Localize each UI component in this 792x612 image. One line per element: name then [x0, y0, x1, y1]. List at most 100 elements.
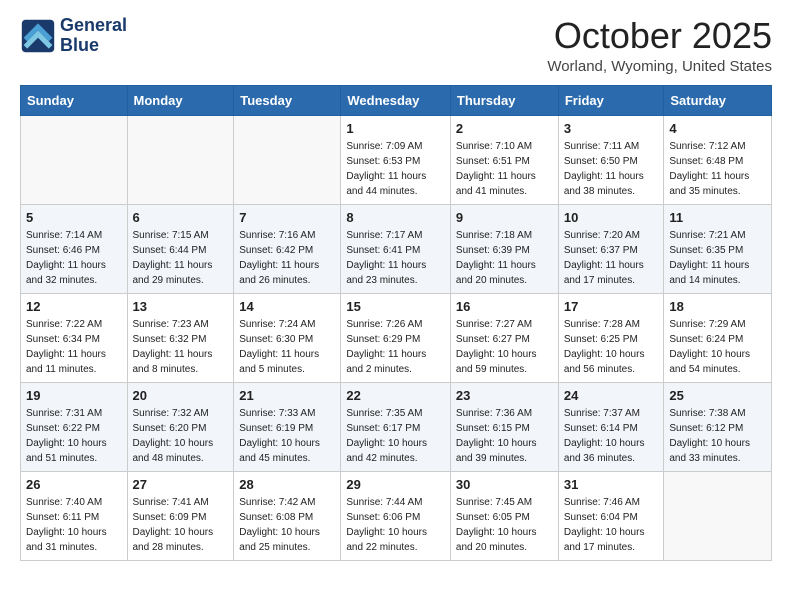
calendar-cell: 23 Sunrise: 7:36 AMSunset: 6:15 PMDayligh…: [450, 382, 558, 471]
calendar-cell: 17Sunrise: 7:28 AMSunset: 6:25 PMDayligh…: [558, 293, 664, 382]
day-info: Sunrise: 7:27 AMSunset: 6:27 PMDaylight:…: [456, 317, 553, 377]
month-title: October 2025: [547, 16, 772, 56]
calendar-day-header: Friday: [558, 85, 664, 115]
day-info: Sunrise: 7:41 AMSunset: 6:09 PMDaylight:…: [133, 495, 229, 555]
day-number: 23: [456, 388, 553, 403]
calendar-cell: 21 Sunrise: 7:33 AMSunset: 6:19 PMDayligh…: [234, 382, 341, 471]
calendar-day-header: Sunday: [21, 85, 128, 115]
day-number: 30: [456, 477, 553, 492]
day-info: Sunrise: 7:26 AMSunset: 6:29 PMDaylight:…: [346, 317, 445, 377]
day-info: Sunrise: 7:44 AMSunset: 6:06 PMDaylight:…: [346, 495, 445, 555]
calendar-cell: 6Sunrise: 7:15 AMSunset: 6:44 PMDaylight…: [127, 204, 234, 293]
calendar-day-header: Thursday: [450, 85, 558, 115]
calendar-week-row: 12 Sunrise: 7:22 AMSunset: 6:34 PMDayligh…: [21, 293, 772, 382]
calendar-cell: 2Sunrise: 7:10 AMSunset: 6:51 PMDaylight…: [450, 115, 558, 204]
calendar-cell: 19 Sunrise: 7:31 AMSunset: 6:22 PMDayligh…: [21, 382, 128, 471]
calendar-table: SundayMondayTuesdayWednesdayThursdayFrid…: [20, 85, 772, 561]
day-number: 14: [239, 299, 335, 314]
day-info: Sunrise: 7:33 AMSunset: 6:19 PMDaylight:…: [239, 406, 335, 466]
day-info: Sunrise: 7:17 AMSunset: 6:41 PMDaylight:…: [346, 228, 445, 288]
calendar-cell: [664, 471, 772, 560]
day-number: 6: [133, 210, 229, 225]
calendar-cell: 26 Sunrise: 7:40 AMSunset: 6:11 PMDayligh…: [21, 471, 128, 560]
calendar-header-row: SundayMondayTuesdayWednesdayThursdayFrid…: [21, 85, 772, 115]
day-number: 7: [239, 210, 335, 225]
day-number: 11: [669, 210, 766, 225]
day-number: 10: [564, 210, 659, 225]
calendar-cell: 10 Sunrise: 7:20 AMSunset: 6:37 PMDayligh…: [558, 204, 664, 293]
day-number: 4: [669, 121, 766, 136]
calendar-cell: 5Sunrise: 7:14 AMSunset: 6:46 PMDaylight…: [21, 204, 128, 293]
page: General Blue October 2025 Worland, Wyomi…: [0, 0, 792, 577]
day-number: 24: [564, 388, 659, 403]
calendar-cell: 30 Sunrise: 7:45 AMSunset: 6:05 PMDayligh…: [450, 471, 558, 560]
day-info: Sunrise: 7:21 AMSunset: 6:35 PMDaylight:…: [669, 228, 766, 288]
day-info: Sunrise: 7:10 AMSunset: 6:51 PMDaylight:…: [456, 139, 553, 199]
calendar-cell: 29 Sunrise: 7:44 AMSunset: 6:06 PMDayligh…: [341, 471, 451, 560]
day-number: 1: [346, 121, 445, 136]
calendar-cell: 22 Sunrise: 7:35 AMSunset: 6:17 PMDayligh…: [341, 382, 451, 471]
calendar-cell: 24 Sunrise: 7:37 AMSunset: 6:14 PMDayligh…: [558, 382, 664, 471]
day-number: 22: [346, 388, 445, 403]
calendar-day-header: Monday: [127, 85, 234, 115]
day-info: Sunrise: 7:36 AMSunset: 6:15 PMDaylight:…: [456, 406, 553, 466]
logo-line2: Blue: [60, 36, 127, 56]
day-info: Sunrise: 7:22 AMSunset: 6:34 PMDaylight:…: [26, 317, 122, 377]
calendar-cell: 3Sunrise: 7:11 AMSunset: 6:50 PMDaylight…: [558, 115, 664, 204]
day-number: 31: [564, 477, 659, 492]
calendar-cell: 20 Sunrise: 7:32 AMSunset: 6:20 PMDayligh…: [127, 382, 234, 471]
calendar-day-header: Saturday: [664, 85, 772, 115]
day-number: 9: [456, 210, 553, 225]
day-number: 12: [26, 299, 122, 314]
calendar-cell: 15 Sunrise: 7:26 AMSunset: 6:29 PMDayligh…: [341, 293, 451, 382]
day-info: Sunrise: 7:32 AMSunset: 6:20 PMDaylight:…: [133, 406, 229, 466]
day-number: 20: [133, 388, 229, 403]
day-info: Sunrise: 7:20 AMSunset: 6:37 PMDaylight:…: [564, 228, 659, 288]
calendar-cell: 4 Sunrise: 7:12 AMSunset: 6:48 PMDaylight…: [664, 115, 772, 204]
day-number: 21: [239, 388, 335, 403]
calendar-week-row: 26 Sunrise: 7:40 AMSunset: 6:11 PMDayligh…: [21, 471, 772, 560]
calendar-cell: 13 Sunrise: 7:23 AMSunset: 6:32 PMDayligh…: [127, 293, 234, 382]
day-info: Sunrise: 7:16 AMSunset: 6:42 PMDaylight:…: [239, 228, 335, 288]
calendar-cell: 12 Sunrise: 7:22 AMSunset: 6:34 PMDayligh…: [21, 293, 128, 382]
day-info: Sunrise: 7:12 AMSunset: 6:48 PMDaylight:…: [669, 139, 766, 199]
day-number: 3: [564, 121, 659, 136]
day-info: Sunrise: 7:45 AMSunset: 6:05 PMDaylight:…: [456, 495, 553, 555]
logo-icon: [20, 18, 56, 54]
day-number: 29: [346, 477, 445, 492]
day-number: 28: [239, 477, 335, 492]
header: General Blue October 2025 Worland, Wyomi…: [20, 16, 772, 75]
calendar-week-row: 5Sunrise: 7:14 AMSunset: 6:46 PMDaylight…: [21, 204, 772, 293]
day-number: 15: [346, 299, 445, 314]
day-number: 26: [26, 477, 122, 492]
day-info: Sunrise: 7:23 AMSunset: 6:32 PMDaylight:…: [133, 317, 229, 377]
calendar-day-header: Wednesday: [341, 85, 451, 115]
day-number: 5: [26, 210, 122, 225]
day-number: 13: [133, 299, 229, 314]
calendar-cell: 27Sunrise: 7:41 AMSunset: 6:09 PMDayligh…: [127, 471, 234, 560]
location: Worland, Wyoming, United States: [547, 58, 772, 75]
calendar-cell: [234, 115, 341, 204]
logo: General Blue: [20, 16, 127, 56]
calendar-cell: 7 Sunrise: 7:16 AMSunset: 6:42 PMDaylight…: [234, 204, 341, 293]
logo-text: General Blue: [60, 16, 127, 56]
calendar-week-row: 19 Sunrise: 7:31 AMSunset: 6:22 PMDayligh…: [21, 382, 772, 471]
calendar-cell: [21, 115, 128, 204]
logo-line1: General: [60, 16, 127, 36]
title-block: October 2025 Worland, Wyoming, United St…: [547, 16, 772, 75]
calendar-day-header: Tuesday: [234, 85, 341, 115]
calendar-cell: 14 Sunrise: 7:24 AMSunset: 6:30 PMDayligh…: [234, 293, 341, 382]
calendar-cell: 8Sunrise: 7:17 AMSunset: 6:41 PMDaylight…: [341, 204, 451, 293]
day-info: Sunrise: 7:42 AMSunset: 6:08 PMDaylight:…: [239, 495, 335, 555]
day-info: Sunrise: 7:37 AMSunset: 6:14 PMDaylight:…: [564, 406, 659, 466]
calendar-cell: 16Sunrise: 7:27 AMSunset: 6:27 PMDayligh…: [450, 293, 558, 382]
day-number: 19: [26, 388, 122, 403]
day-info: Sunrise: 7:31 AMSunset: 6:22 PMDaylight:…: [26, 406, 122, 466]
day-info: Sunrise: 7:18 AMSunset: 6:39 PMDaylight:…: [456, 228, 553, 288]
day-info: Sunrise: 7:35 AMSunset: 6:17 PMDaylight:…: [346, 406, 445, 466]
day-info: Sunrise: 7:40 AMSunset: 6:11 PMDaylight:…: [26, 495, 122, 555]
day-info: Sunrise: 7:24 AMSunset: 6:30 PMDaylight:…: [239, 317, 335, 377]
day-info: Sunrise: 7:09 AMSunset: 6:53 PMDaylight:…: [346, 139, 445, 199]
calendar-cell: 1 Sunrise: 7:09 AMSunset: 6:53 PMDaylight…: [341, 115, 451, 204]
day-info: Sunrise: 7:28 AMSunset: 6:25 PMDaylight:…: [564, 317, 659, 377]
